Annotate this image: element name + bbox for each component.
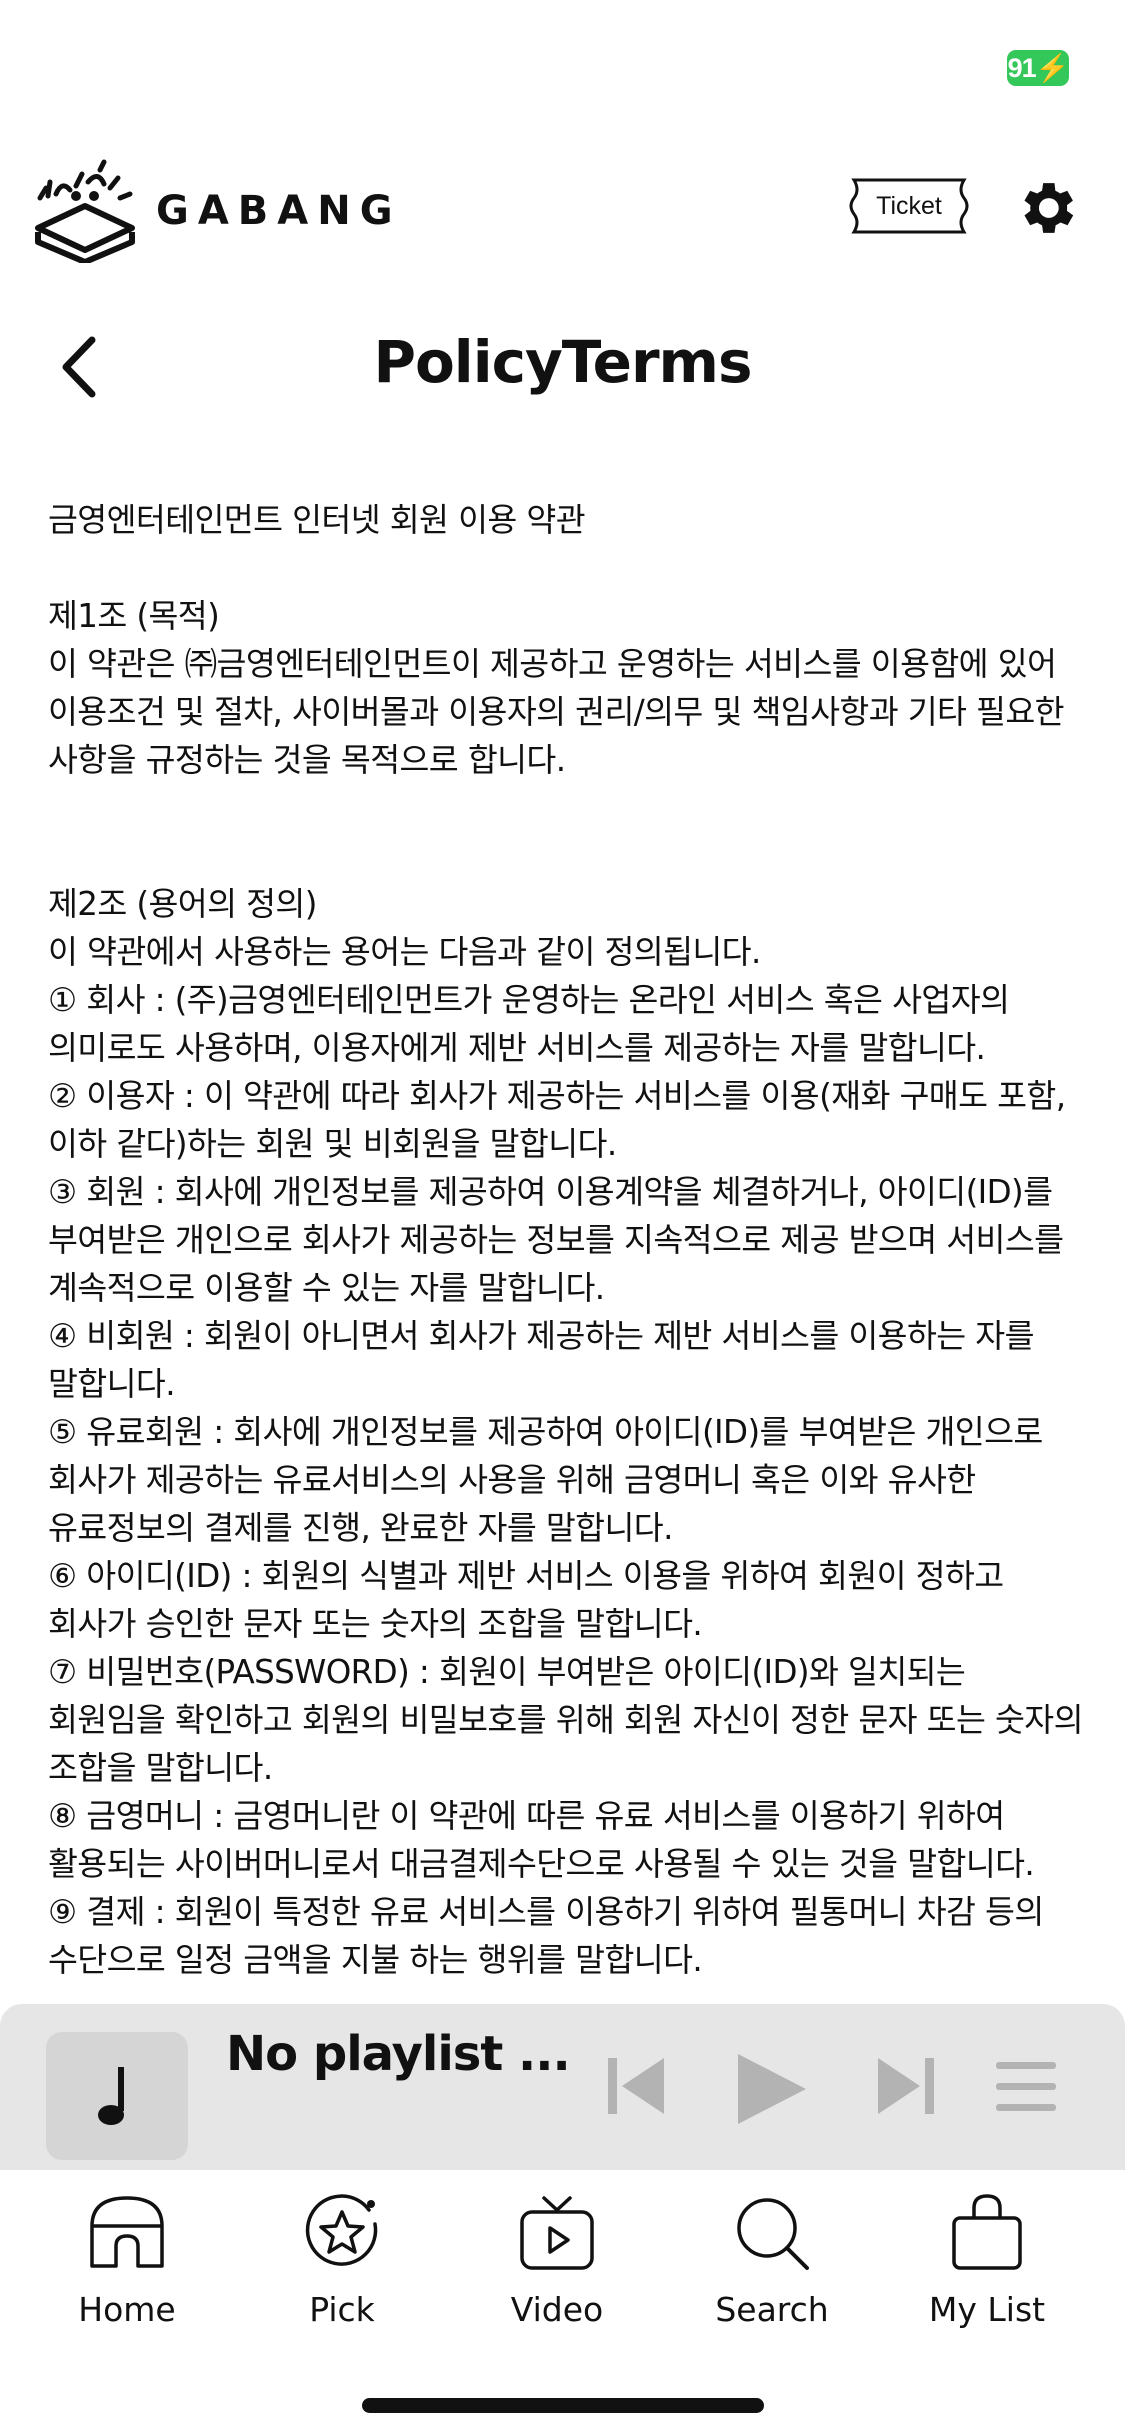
charging-bolt-icon: ⚡ — [1035, 53, 1070, 83]
logo-text: GABANG — [156, 187, 402, 234]
logo-mark-icon — [35, 159, 135, 263]
star-badge-icon — [305, 2194, 378, 2266]
page-title: PolicyTerms — [373, 328, 752, 396]
previous-track-icon[interactable] — [604, 2050, 668, 2122]
tab-bar: Home Pick Video Search My List — [0, 2170, 1125, 2436]
music-note-icon — [98, 2067, 124, 2125]
search-icon — [737, 2198, 809, 2270]
settings-gear-icon[interactable] — [1012, 174, 1080, 242]
tab-home[interactable]: Home — [42, 2190, 212, 2340]
bag-icon — [952, 2194, 1022, 2270]
next-track-icon[interactable] — [874, 2050, 938, 2122]
gabang-logo: GABANG — [30, 158, 402, 263]
tab-pick-label: Pick — [309, 2290, 375, 2329]
tab-my-list-label: My List — [928, 2290, 1046, 2329]
terms-text: 금영엔터테인먼트 인터넷 회원 이용 약관 제1조 (목적) 이 약관은 ㈜금영… — [48, 501, 1084, 1979]
tab-video-label: Video — [510, 2290, 604, 2329]
battery-indicator: 91 ⚡ — [1007, 50, 1069, 86]
album-art[interactable] — [46, 2032, 188, 2160]
mini-player[interactable]: No playlist ... — [0, 2004, 1125, 2170]
track-title: No playlist ... — [226, 2026, 571, 2082]
status-bar: 91 ⚡ — [0, 0, 1125, 140]
battery-level: 91 — [1007, 52, 1037, 83]
tv-play-icon — [520, 2196, 594, 2270]
tab-search[interactable]: Search — [687, 2190, 857, 2340]
home-indicator — [362, 2398, 764, 2413]
play-icon[interactable] — [732, 2050, 810, 2128]
app-header: GABANG Ticket — [0, 150, 1125, 270]
playlist-menu-icon[interactable] — [994, 2060, 1058, 2114]
ticket-button[interactable]: Ticket — [848, 176, 970, 236]
tab-my-list[interactable]: My List — [902, 2190, 1072, 2340]
title-row: PolicyTerms — [0, 310, 1125, 420]
home-icon — [90, 2196, 164, 2268]
tab-video[interactable]: Video — [472, 2190, 642, 2340]
ticket-label: Ticket — [876, 191, 942, 220]
tab-pick[interactable]: Pick — [257, 2190, 427, 2340]
tab-search-label: Search — [715, 2290, 829, 2329]
tab-home-label: Home — [78, 2290, 176, 2329]
